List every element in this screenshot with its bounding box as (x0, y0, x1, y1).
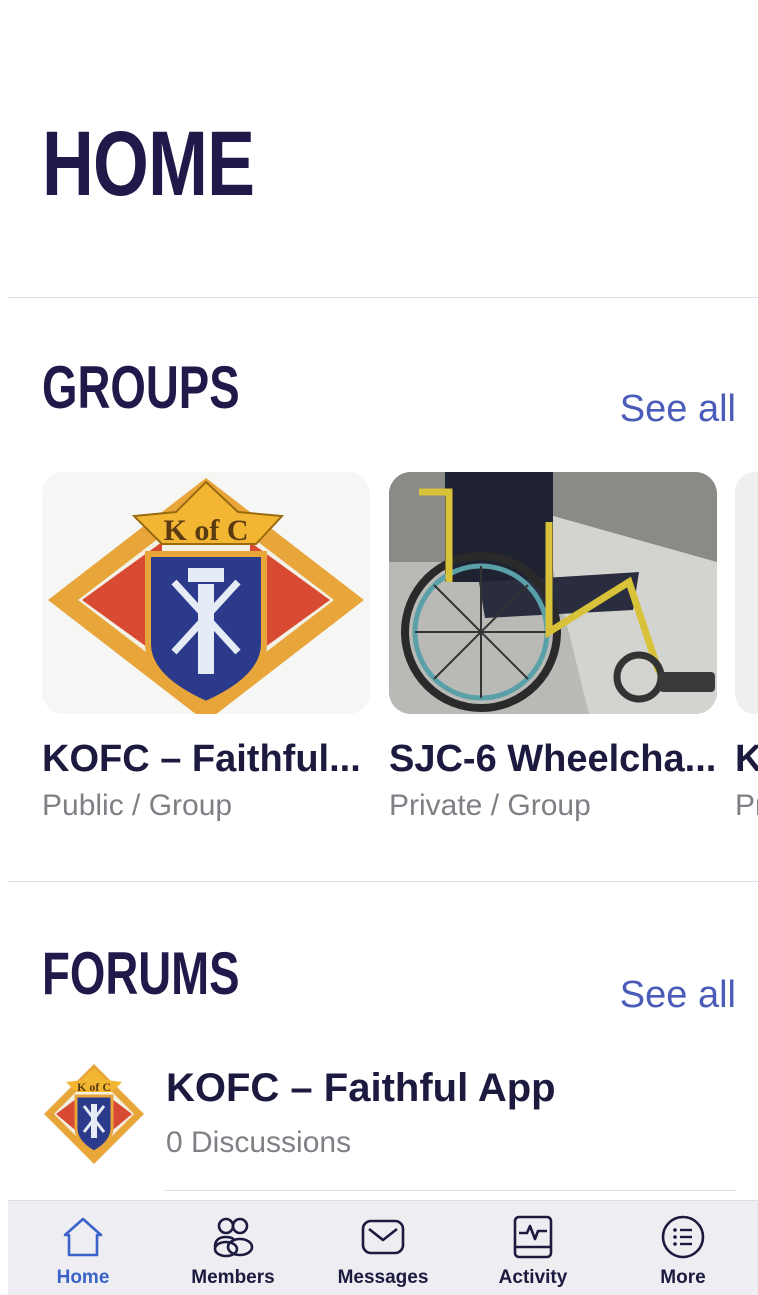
forums-section-title: FORUMS (42, 940, 240, 1007)
wheelchair-image (389, 472, 717, 714)
tab-members[interactable]: Members (158, 1201, 308, 1295)
group-name: SJC-6 Wheelcha... (389, 738, 717, 780)
forum-discussion-count: 0 Discussions (166, 1126, 352, 1159)
kofc-emblem-image: K of C (42, 472, 370, 714)
group-privacy: Public / Group (42, 789, 233, 822)
bottom-tab-bar: Home Members Messages Activity More (8, 1200, 758, 1295)
group-card[interactable]: SJC-6 Wheelcha... Private / Group (389, 472, 719, 823)
svg-text:K of C: K of C (77, 1080, 111, 1094)
forum-avatar: K of C (42, 1062, 146, 1166)
group-name: K (735, 738, 758, 780)
divider (8, 881, 758, 882)
activity-icon (513, 1215, 553, 1259)
divider (164, 1190, 736, 1191)
groups-section-title: GROUPS (42, 354, 240, 421)
members-icon (213, 1217, 254, 1258)
tab-more[interactable]: More (608, 1201, 758, 1295)
page-title: HOME (42, 113, 255, 215)
group-thumbnail (735, 472, 758, 714)
tab-activity[interactable]: Activity (458, 1201, 608, 1295)
tab-label: Home (56, 1267, 110, 1288)
forum-item[interactable]: K of C KOFC – Faithful App 0 Discussions (42, 1058, 736, 1188)
list-icon (661, 1215, 705, 1259)
group-card[interactable]: K of C KOFC – Faithful... Public / Group (42, 472, 372, 823)
tab-label: Activity (498, 1267, 568, 1288)
group-privacy: Private / Group (389, 789, 591, 822)
group-card[interactable]: K Pr (735, 472, 758, 823)
group-privacy: Pr (735, 789, 758, 822)
home-icon (63, 1217, 103, 1257)
tab-label: Members (191, 1267, 275, 1288)
divider (8, 297, 758, 298)
envelope-icon (361, 1219, 405, 1255)
group-name: KOFC – Faithful... (42, 738, 361, 780)
tab-messages[interactable]: Messages (308, 1201, 458, 1295)
forums-see-all-link[interactable]: See all (620, 974, 736, 1017)
tab-label: Messages (337, 1267, 429, 1288)
groups-see-all-link[interactable]: See all (620, 388, 736, 431)
svg-text:K of C: K of C (164, 514, 249, 547)
tab-home[interactable]: Home (8, 1201, 158, 1295)
tab-label: More (660, 1267, 706, 1288)
forum-title: KOFC – Faithful App (166, 1066, 556, 1110)
